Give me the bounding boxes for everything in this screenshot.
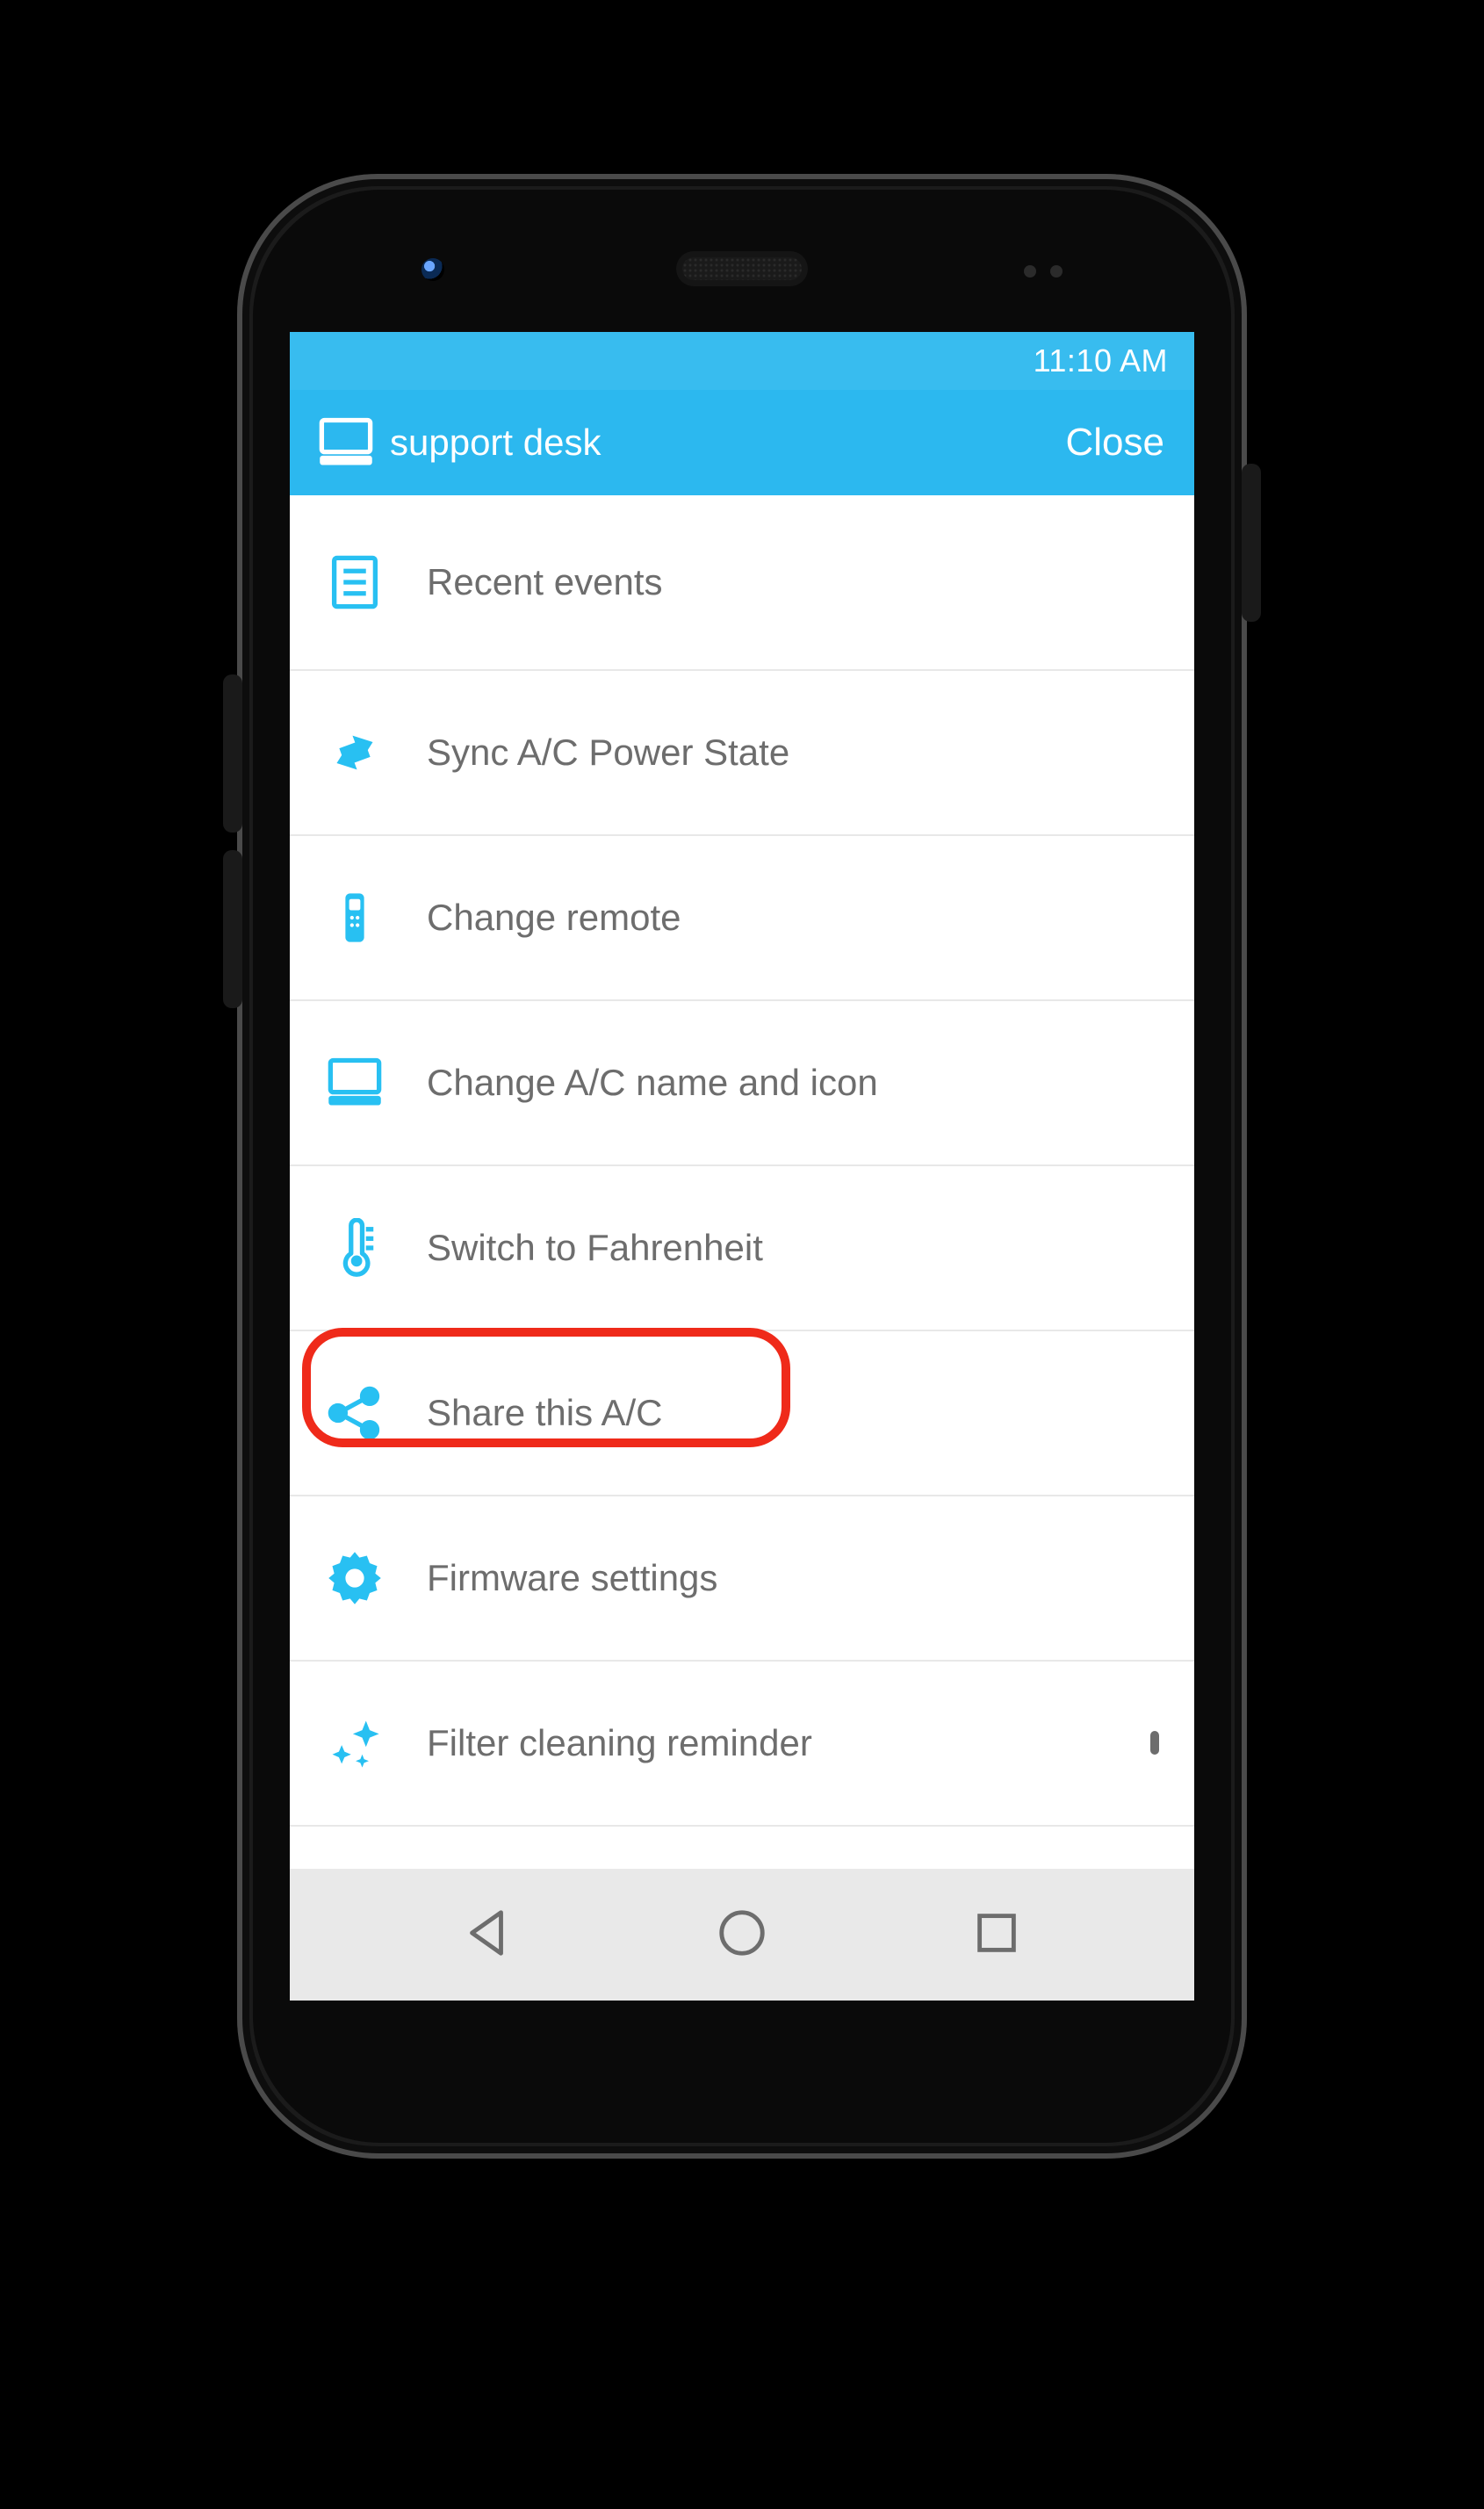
menu-item-switch-units[interactable]: Switch to Fahrenheit <box>290 1166 1194 1331</box>
gear-icon <box>325 1548 385 1608</box>
screen: 11:10 AM support desk Close <box>290 332 1194 2001</box>
android-nav-bar <box>290 1869 1194 2001</box>
desktop-icon <box>325 1053 385 1113</box>
menu-item-change-remote[interactable]: Change remote <box>290 836 1194 1001</box>
app-bar: support desk Close <box>290 390 1194 495</box>
menu-item-label: Change remote <box>427 897 681 939</box>
menu-item-recent-events[interactable]: Recent events <box>290 495 1194 671</box>
menu-item-share-ac[interactable]: Share this A/C <box>290 1331 1194 1496</box>
proximity-sensors <box>1024 265 1063 278</box>
close-button[interactable]: Close <box>1057 412 1174 473</box>
menu-item-firmware[interactable]: Firmware settings <box>290 1496 1194 1662</box>
settings-menu: Recent events Sync A/C Power State <box>290 495 1194 1827</box>
desktop-icon <box>316 413 376 472</box>
menu-item-label: Recent events <box>427 561 663 603</box>
filter-reminder-checkbox[interactable] <box>1150 1735 1159 1751</box>
sync-icon <box>325 723 385 782</box>
thermometer-icon <box>325 1218 385 1278</box>
nav-back-button[interactable] <box>460 1906 515 1965</box>
share-icon <box>325 1383 385 1443</box>
menu-item-sync-power[interactable]: Sync A/C Power State <box>290 671 1194 836</box>
front-camera <box>421 258 444 281</box>
stage: 11:10 AM support desk Close <box>0 0 1484 2509</box>
app-title: support desk <box>390 422 601 464</box>
earpiece-speaker <box>676 251 808 286</box>
menu-item-change-name[interactable]: Change A/C name and icon <box>290 1001 1194 1166</box>
volume-down-button[interactable] <box>223 850 242 1008</box>
list-icon <box>325 552 385 612</box>
volume-up-button[interactable] <box>223 674 242 833</box>
remote-icon <box>325 888 385 948</box>
menu-item-label: Filter cleaning reminder <box>427 1722 812 1764</box>
menu-item-label: Firmware settings <box>427 1557 717 1599</box>
clock: 11:10 AM <box>1034 342 1168 379</box>
status-bar: 11:10 AM <box>290 332 1194 390</box>
sparkle-icon <box>325 1713 385 1773</box>
nav-recents-button[interactable] <box>969 1906 1024 1965</box>
phone-frame: 11:10 AM support desk Close <box>237 174 1247 2159</box>
power-button[interactable] <box>1242 464 1261 622</box>
menu-item-label: Switch to Fahrenheit <box>427 1227 763 1269</box>
nav-home-button[interactable] <box>715 1906 769 1965</box>
menu-item-label: Sync A/C Power State <box>427 732 789 774</box>
menu-item-label: Change A/C name and icon <box>427 1062 878 1104</box>
menu-item-filter-reminder[interactable]: Filter cleaning reminder <box>290 1662 1194 1827</box>
menu-item-label: Share this A/C <box>427 1392 662 1434</box>
